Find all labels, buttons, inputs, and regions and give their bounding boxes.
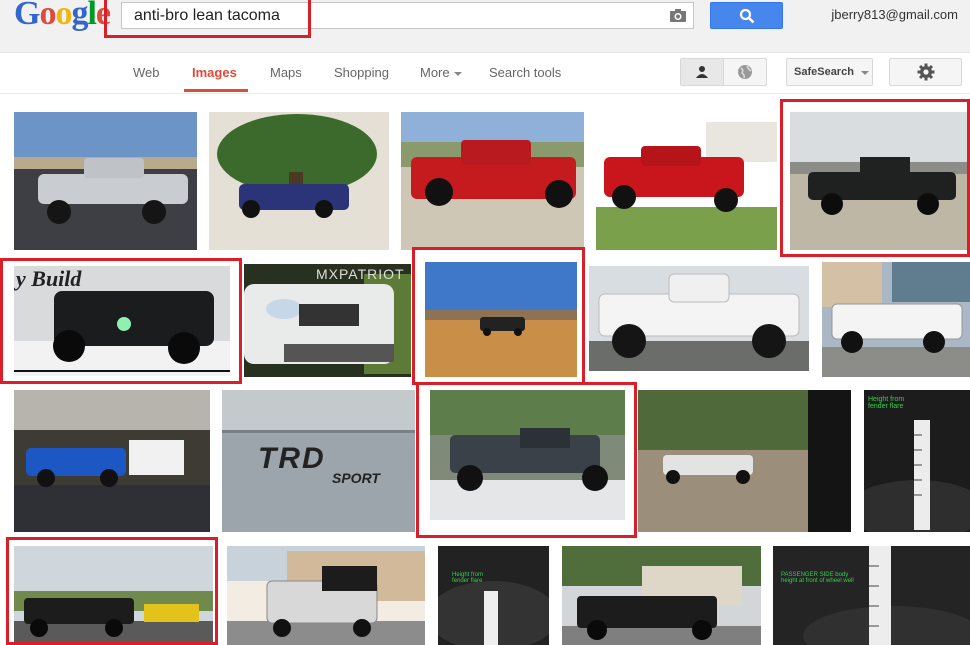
chevron-down-icon — [453, 71, 462, 76]
image-result[interactable] — [589, 266, 809, 371]
search-tools-button[interactable]: Search tools — [489, 65, 561, 80]
image-result[interactable] — [14, 112, 197, 250]
person-icon — [696, 66, 708, 78]
ruler-annotation-text: Height from fender flare — [452, 572, 484, 584]
image-result[interactable] — [596, 112, 777, 250]
image-result[interactable] — [822, 262, 970, 377]
settings-button[interactable] — [889, 58, 962, 86]
ruler-annotation-text: PASSENGER SIDE body height at front of w… — [781, 572, 854, 584]
private-results-toggle[interactable] — [680, 58, 724, 86]
google-logo[interactable]: Google — [14, 0, 111, 34]
tab-shopping[interactable]: Shopping — [334, 65, 389, 80]
safesearch-dropdown[interactable]: SafeSearch — [786, 58, 873, 86]
tab-more[interactable]: More — [420, 65, 462, 80]
globe-icon — [738, 65, 752, 79]
image-result[interactable]: Height from fender flare — [438, 546, 549, 645]
image-result[interactable] — [430, 390, 625, 520]
ruler-annotation-text: Height from fender flare — [868, 396, 905, 410]
image-result[interactable] — [638, 390, 851, 532]
tab-maps[interactable]: Maps — [270, 65, 302, 80]
trd-sport-text: SPORT — [332, 470, 380, 486]
image-result[interactable] — [790, 112, 970, 250]
image-result[interactable]: PASSENGER SIDE body height at front of w… — [773, 546, 970, 645]
image-caption-text: MXPATRIOT — [316, 266, 405, 282]
trd-logo-text: TRD — [258, 442, 326, 475]
search-button[interactable] — [710, 2, 783, 29]
image-result[interactable] — [401, 112, 584, 250]
safesearch-label: SafeSearch — [794, 66, 854, 78]
global-results-toggle[interactable] — [723, 58, 767, 86]
tab-web[interactable]: Web — [133, 65, 160, 80]
image-result[interactable] — [562, 546, 761, 645]
active-tab-indicator — [184, 89, 248, 92]
image-caption-text: y Build — [16, 266, 82, 291]
chevron-down-icon — [861, 71, 869, 75]
search-icon — [739, 8, 755, 24]
image-result[interactable] — [14, 546, 213, 645]
image-result[interactable]: MXPATRIOT — [244, 264, 411, 377]
tab-images[interactable]: Images — [192, 65, 237, 80]
image-result[interactable]: y Build — [14, 266, 230, 376]
image-results-grid: y Build MXPATRIOT TRD SPORT Height from … — [0, 94, 970, 645]
image-result[interactable]: TRD SPORT — [222, 390, 415, 532]
search-highlight-box — [104, 0, 311, 38]
image-result[interactable] — [209, 112, 389, 250]
image-result[interactable]: Height from fender flare — [864, 390, 970, 532]
image-result[interactable] — [14, 390, 210, 532]
search-nav-bar: Web Images Maps Shopping More Search too… — [0, 53, 970, 94]
account-email[interactable]: jberry813@gmail.com — [831, 7, 958, 22]
image-result[interactable] — [425, 262, 577, 377]
tab-more-label: More — [420, 65, 450, 80]
gear-icon — [917, 63, 935, 81]
camera-icon[interactable] — [669, 8, 687, 23]
image-result[interactable] — [227, 546, 425, 645]
